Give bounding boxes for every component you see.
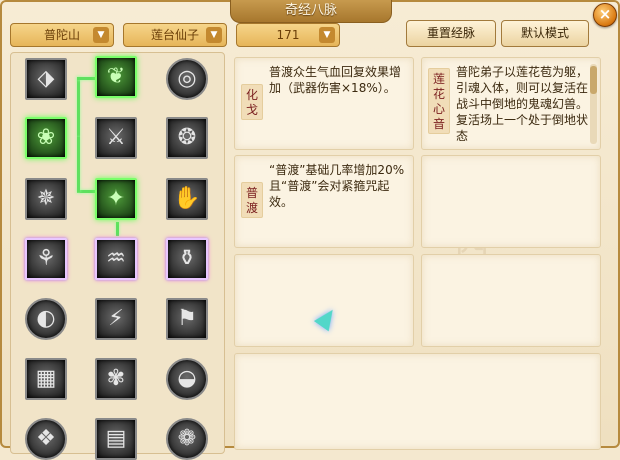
level-dropdown[interactable]: 171 ▼ [236,23,340,47]
card-scrollbar[interactable] [590,64,597,144]
school-dropdown[interactable]: 普陀山 ▼ [10,23,114,47]
card-description: 普渡众生气血回复效果增加（武器伤害×18%）。 [269,65,402,95]
skill-card-empty[interactable] [234,254,414,347]
tree-connector [77,137,80,192]
skill-node-highlighted[interactable]: ⚱ [166,238,208,280]
skill-detail-panel [234,353,601,450]
chevron-down-icon: ▼ [319,27,335,43]
skill-node[interactable]: ◐ [25,298,67,340]
card-label: 化戈 [241,84,263,120]
skill-node[interactable]: ⬗ [25,58,67,100]
skill-card-pudu[interactable]: 普渡 “普渡”基础几率增加20%且“普渡”会对紧箍咒起效。 [234,155,414,248]
sect-dropdown-value: 莲台仙子 [150,28,199,42]
skill-card-empty[interactable] [421,254,601,347]
sect-dropdown[interactable]: 莲台仙子 ▼ [123,23,227,47]
skill-node[interactable]: ❁ [166,418,208,460]
tree-connector [77,77,95,80]
chevron-down-icon: ▼ [206,27,222,43]
school-dropdown-value: 普陀山 [43,28,80,42]
card-label: 莲花心音 [428,68,450,134]
level-dropdown-value: 171 [276,28,300,42]
card-description: “普渡”基础几率增加20%且“普渡”会对紧箍咒起效。 [269,163,405,209]
skill-node[interactable]: ⚡ [95,298,137,340]
tree-connector [77,77,80,137]
close-icon[interactable]: × [593,3,617,27]
skill-node[interactable]: ✾ [95,358,137,400]
skill-node-active[interactable]: ❀ [25,117,67,159]
chevron-down-icon: ▼ [93,27,109,43]
skill-card-empty[interactable] [421,155,601,248]
default-mode-button[interactable]: 默认模式 [501,20,589,47]
skill-node[interactable]: ✋ [166,178,208,220]
skill-node-active[interactable]: ✦ [95,178,137,220]
card-label: 普渡 [241,182,263,218]
skill-node[interactable]: ✵ [25,178,67,220]
skill-node[interactable]: ▦ [25,358,67,400]
card-description: 普陀弟子以莲花苞为躯，引魂入体，则可以复活在战斗中倒地的鬼魂幻兽。复活场上一个处… [456,65,589,143]
skill-node-highlighted[interactable]: ♒ [95,238,137,280]
skill-node[interactable]: ⚔ [95,117,137,159]
window-title: 奇经八脉 [230,0,392,23]
tree-connector [116,222,119,236]
skill-node[interactable]: ❂ [166,117,208,159]
skill-node[interactable]: ▤ [95,418,137,460]
skill-node[interactable]: ◎ [166,58,208,100]
skill-node[interactable]: ◒ [166,358,208,400]
skill-card-huage[interactable]: 化戈 普渡众生气血回复效果增加（武器伤害×18%）。 [234,57,414,150]
skill-node[interactable]: ❖ [25,418,67,460]
skill-node[interactable]: ⚑ [166,298,208,340]
skill-card-lianhua[interactable]: 莲花心音 普陀弟子以莲花苞为躯，引魂入体，则可以复活在战斗中倒地的鬼魂幻兽。复活… [421,57,601,150]
reset-meridians-button[interactable]: 重置经脉 [406,20,496,47]
scrollbar-thumb[interactable] [590,66,597,94]
skill-node-active[interactable]: ❦ [95,56,137,98]
skill-node-highlighted[interactable]: ⚘ [25,238,67,280]
